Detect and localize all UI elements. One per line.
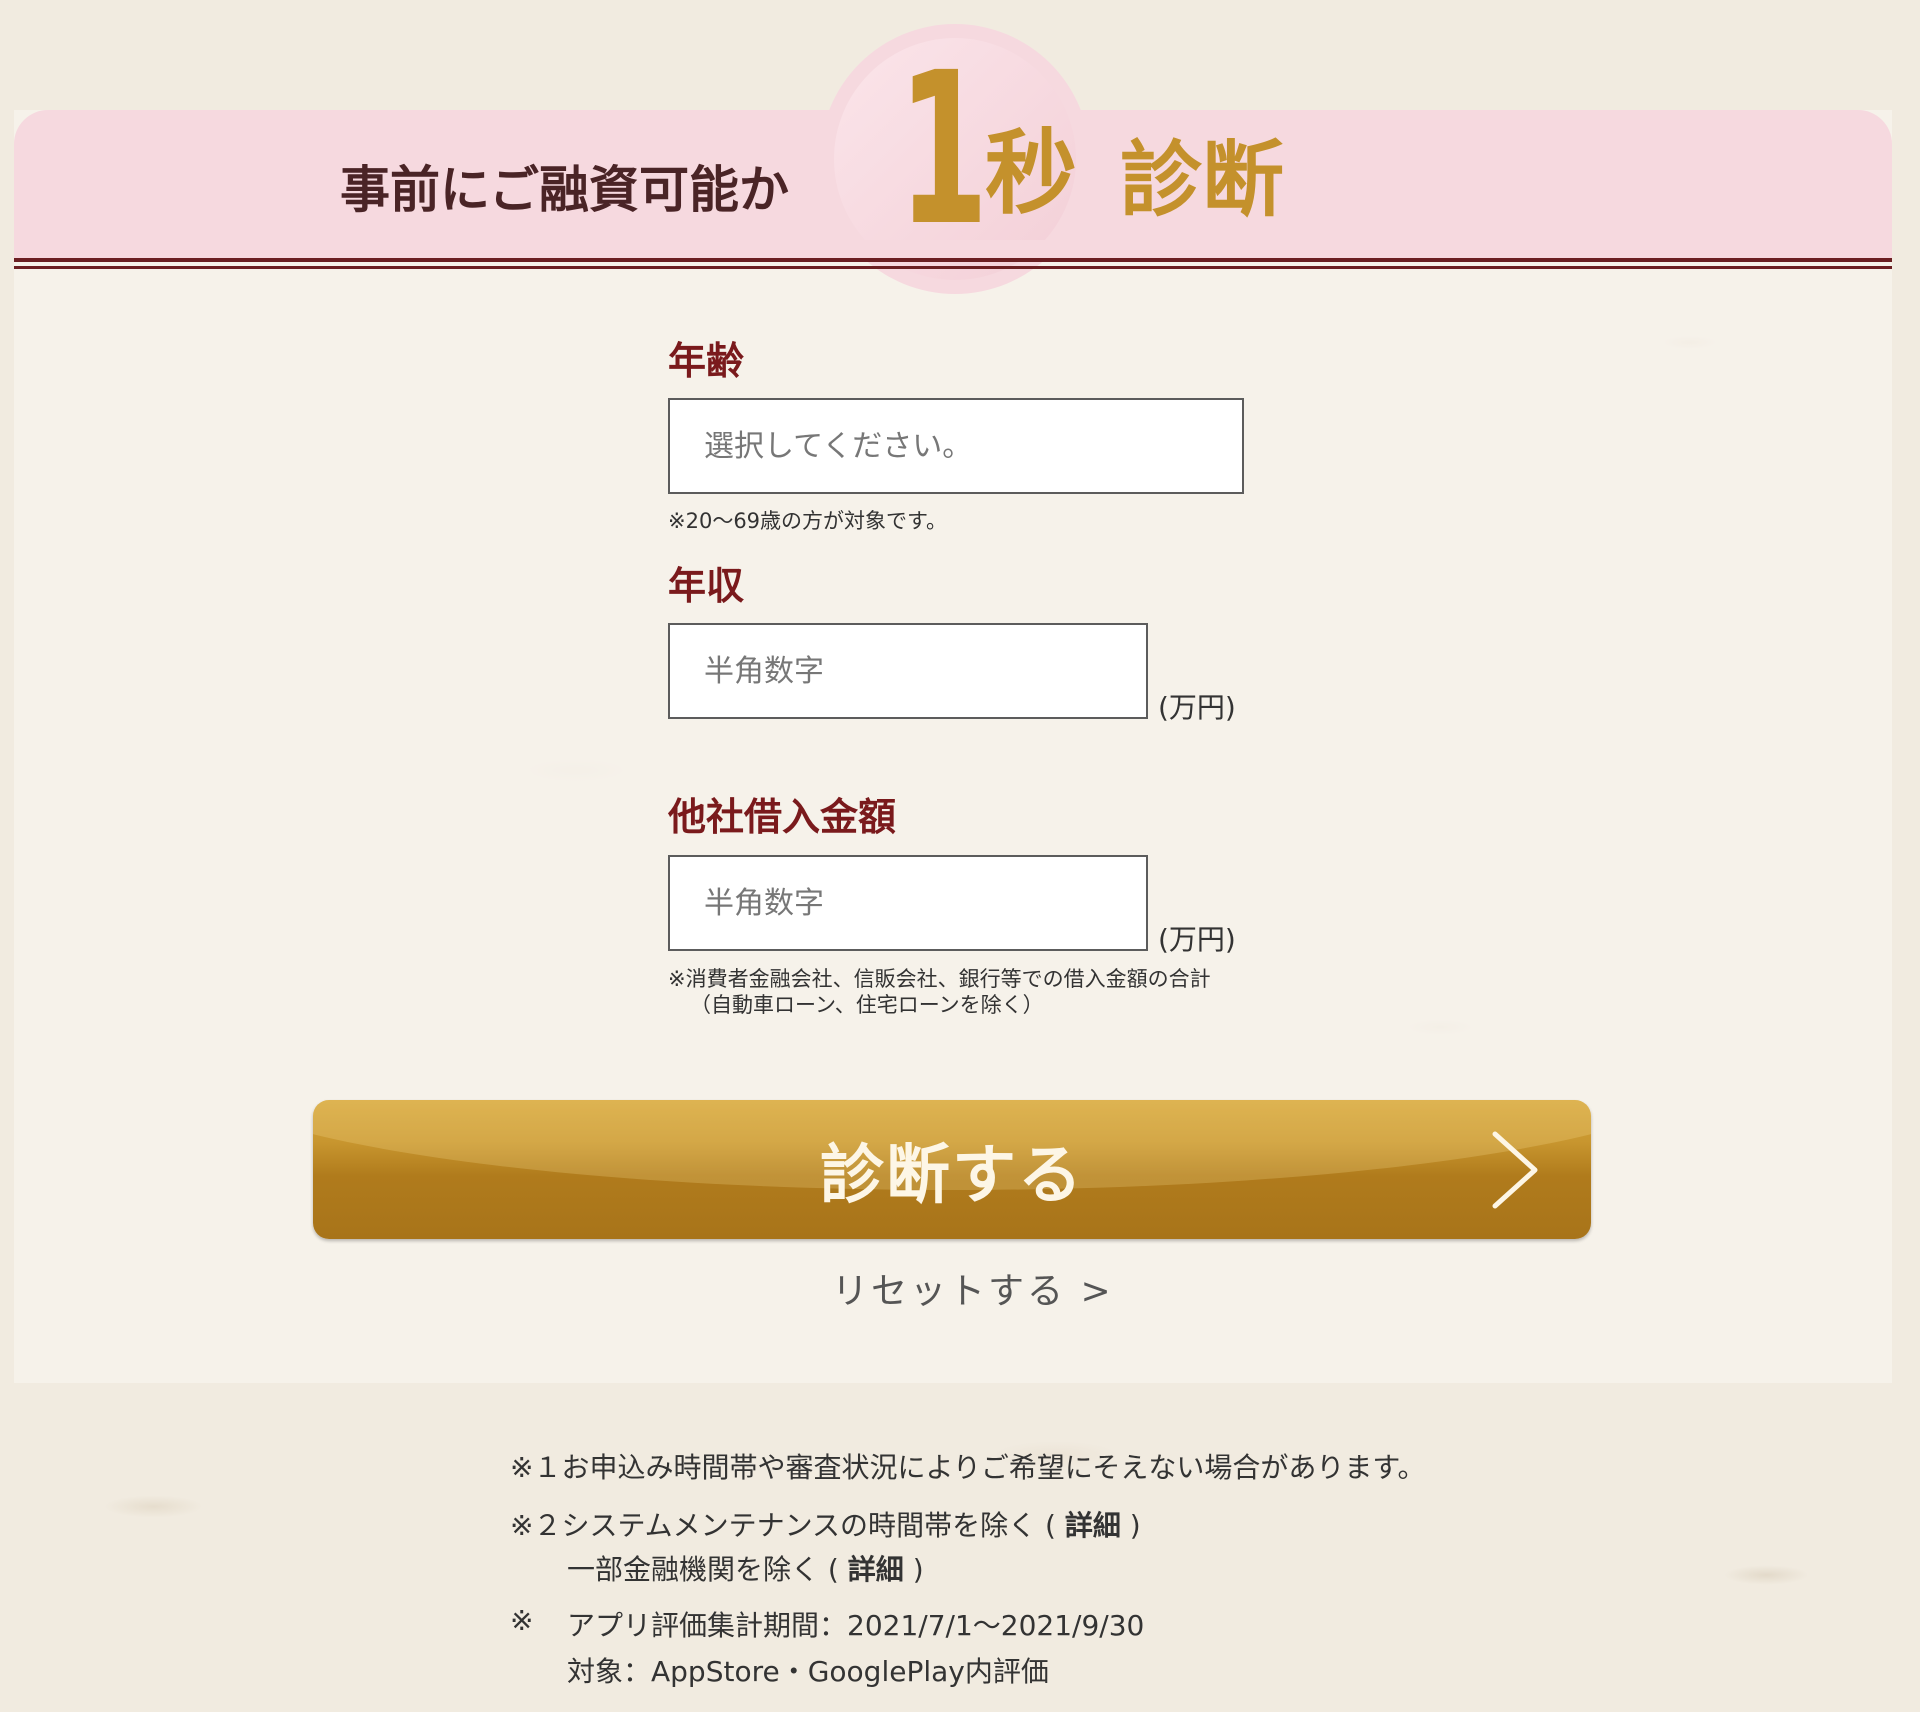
income-unit: (万円)	[1158, 691, 1236, 724]
footnote-2b: 一部金融機関を除く ( 詳細 )	[567, 1548, 924, 1588]
footnote-2-detail-link[interactable]: 詳細	[1065, 1509, 1121, 1542]
age-label: 年齢	[668, 339, 745, 383]
other-debt-label: 他社借入金額	[668, 795, 897, 839]
footnote-2: ※２システムメンテナンスの時間帯を除く ( 詳細 )	[510, 1504, 1141, 1544]
other-debt-input[interactable]	[702, 856, 1146, 950]
other-debt-note-2: （自動車ローン、住宅ローンを除く）	[690, 993, 1044, 1017]
age-select[interactable]	[668, 398, 1244, 494]
footnote-2b-detail-link[interactable]: 詳細	[848, 1553, 904, 1586]
footnote-2b-paren-open: (	[827, 1553, 839, 1586]
footnote-3-line-2: 対象：AppStore・GooglePlay内評価	[567, 1655, 1049, 1688]
footnote-2-paren-close: )	[1129, 1509, 1141, 1542]
footnote-2b-paren-close: )	[912, 1553, 924, 1586]
income-field[interactable]	[668, 623, 1148, 719]
footnote-2-text: ※２システムメンテナンスの時間帯を除く	[510, 1509, 1037, 1542]
footnote-3-mark: ※	[510, 1604, 534, 1637]
chevron-right-icon	[1492, 1131, 1538, 1209]
footnote-2b-text: 一部金融機関を除く	[567, 1553, 820, 1586]
age-select-input[interactable]	[702, 399, 1242, 493]
other-debt-field[interactable]	[668, 855, 1148, 951]
other-debt-unit: (万円)	[1158, 923, 1236, 956]
age-note: ※20〜69歳の方が対象です。	[668, 509, 947, 533]
diagnose-button-label: 診断する	[820, 1138, 1084, 1213]
header-title-number: 1	[898, 27, 989, 272]
income-label: 年収	[668, 564, 745, 608]
header-title-second: 秒	[985, 120, 1078, 227]
other-debt-note-1: ※消費者金融会社、信販会社、銀行等での借入金額の合計	[668, 967, 1211, 991]
diagnose-button[interactable]: 診断する	[313, 1100, 1591, 1239]
reset-link[interactable]: リセットする >	[832, 1262, 1114, 1314]
income-input[interactable]	[702, 624, 1146, 718]
header-title-diagnosis: 診断	[1120, 133, 1285, 228]
footnote-3-line-1: アプリ評価集計期間：2021/7/1〜2021/9/30	[567, 1609, 1145, 1642]
footnote-1: ※１お申込み時間帯や審査状況によりご希望にそえない場合があります。	[510, 1451, 1426, 1484]
footnote-2-paren-open: (	[1044, 1509, 1056, 1542]
header-title-prefix: 事前にご融資可能か	[340, 161, 789, 219]
